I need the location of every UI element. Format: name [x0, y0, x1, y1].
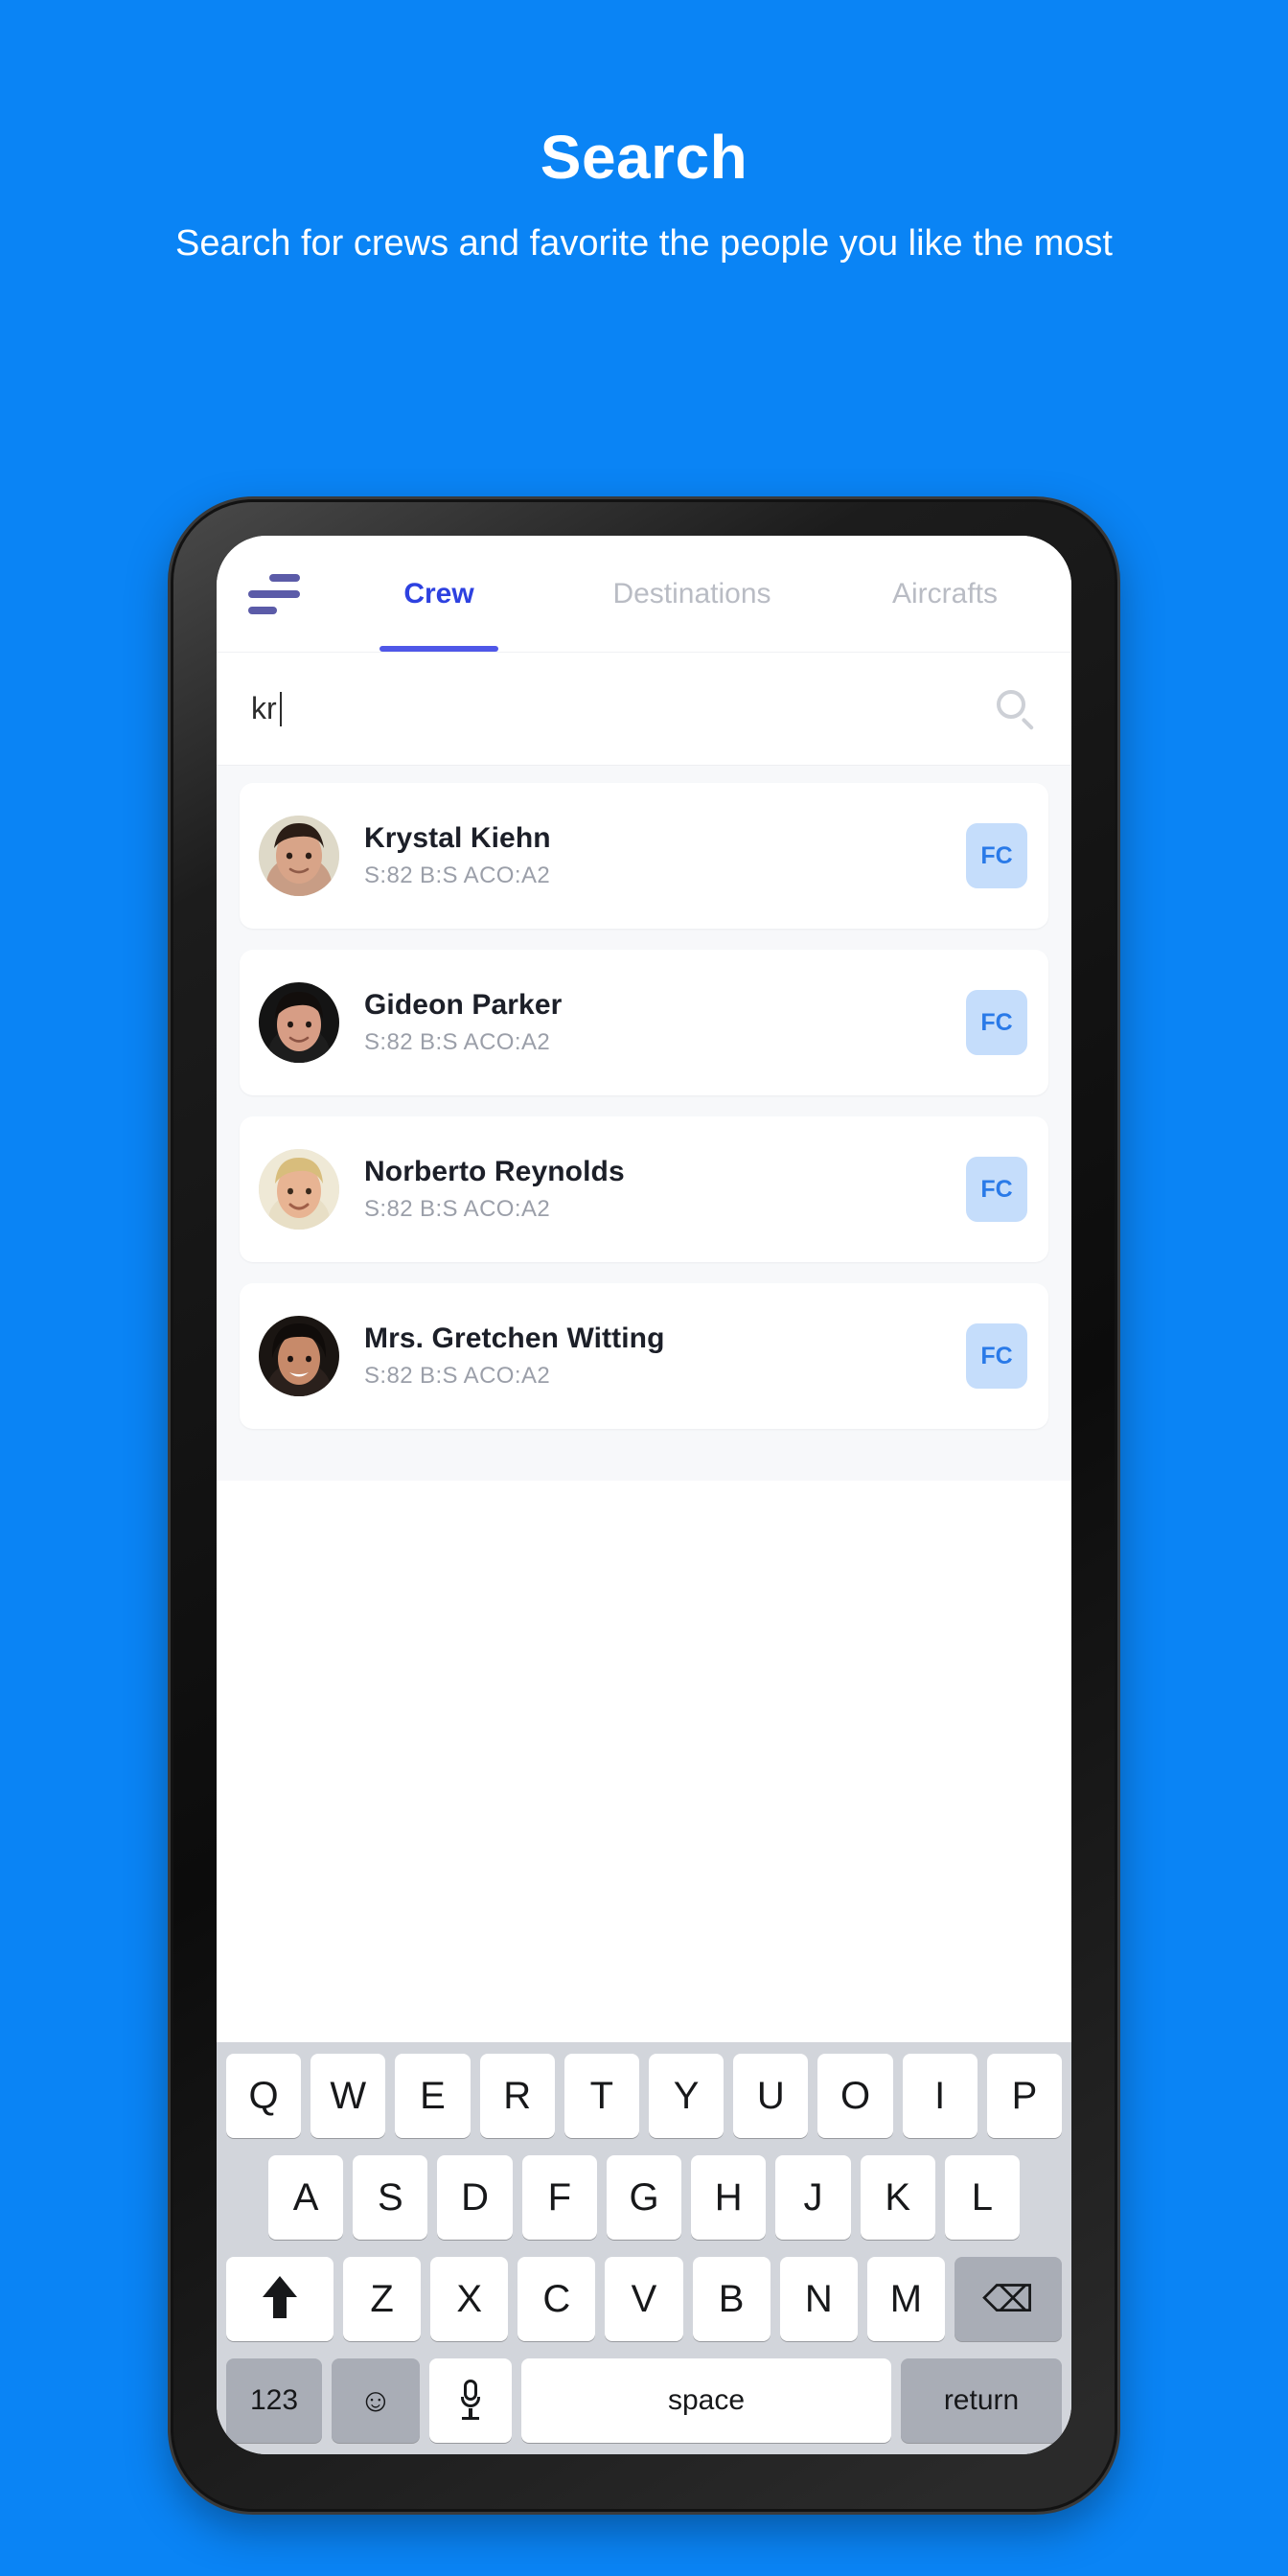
key-i[interactable]: I — [902, 2054, 978, 2138]
tab-crew-label: Crew — [403, 577, 474, 610]
key-p[interactable]: P — [986, 2054, 1063, 2138]
person-info: Mrs. Gretchen Witting S:82 B:S ACO:A2 — [364, 1322, 966, 1390]
phone-screen: Crew Destinations Aircrafts kr Krystal K… — [217, 536, 1071, 2454]
list-item[interactable]: Gideon Parker S:82 B:S ACO:A2 FC — [240, 950, 1048, 1095]
avatar — [259, 982, 339, 1063]
key-k[interactable]: K — [860, 2155, 935, 2240]
avatar — [259, 1149, 339, 1230]
key-r[interactable]: R — [479, 2054, 555, 2138]
key-s[interactable]: S — [353, 2155, 428, 2240]
key-e[interactable]: E — [395, 2054, 471, 2138]
search-bar[interactable]: kr — [217, 653, 1071, 766]
key-l[interactable]: L — [944, 2155, 1020, 2240]
key-u[interactable]: U — [733, 2054, 809, 2138]
tab-destinations[interactable]: Destinations — [565, 536, 818, 652]
keyboard-row-2: A S D F G H J K L — [221, 2155, 1067, 2240]
promo-header: Search Search for crews and favorite the… — [0, 0, 1288, 267]
filter-lines-icon[interactable] — [236, 573, 312, 614]
app-tab-bar: Crew Destinations Aircrafts — [217, 536, 1071, 653]
search-icon[interactable] — [995, 688, 1037, 730]
page-title: Search — [540, 123, 748, 192]
backspace-glyph: ⌫ — [982, 2279, 1034, 2320]
person-meta: S:82 B:S ACO:A2 — [364, 1029, 551, 1055]
person-info: Norberto Reynolds S:82 B:S ACO:A2 — [364, 1156, 966, 1223]
person-meta: S:82 B:S ACO:A2 — [364, 1363, 551, 1389]
key-q[interactable]: Q — [225, 2054, 302, 2138]
key-a[interactable]: A — [268, 2155, 344, 2240]
tab-list: Crew Destinations Aircrafts — [312, 536, 1071, 652]
emoji-icon[interactable]: ☺ — [332, 2358, 420, 2443]
person-info: Gideon Parker S:82 B:S ACO:A2 — [364, 989, 966, 1056]
key-m[interactable]: M — [866, 2257, 945, 2341]
person-name: Gideon Parker — [364, 989, 563, 1021]
phone-mockup: Crew Destinations Aircrafts kr Krystal K… — [171, 499, 1117, 2512]
shift-arrow-up-icon[interactable] — [226, 2257, 334, 2341]
key-return[interactable]: return — [901, 2358, 1062, 2443]
key-b[interactable]: B — [692, 2257, 770, 2341]
avatar — [259, 1316, 339, 1396]
search-input[interactable]: kr — [251, 691, 995, 726]
on-screen-keyboard: Q W E R T Y U O I P A S D F G H J K L Z … — [217, 2042, 1071, 2454]
status-badge[interactable]: FC — [966, 823, 1027, 888]
person-meta: S:82 B:S ACO:A2 — [364, 862, 551, 888]
key-j[interactable]: J — [775, 2155, 851, 2240]
key-w[interactable]: W — [310, 2054, 386, 2138]
status-badge[interactable]: FC — [966, 990, 1027, 1055]
person-name: Norberto Reynolds — [364, 1156, 625, 1187]
backspace-icon[interactable]: ⌫ — [954, 2257, 1062, 2341]
status-badge[interactable]: FC — [966, 1323, 1027, 1389]
list-item[interactable]: Krystal Kiehn S:82 B:S ACO:A2 FC — [240, 783, 1048, 929]
person-meta: S:82 B:S ACO:A2 — [364, 1196, 551, 1222]
tab-destinations-label: Destinations — [612, 577, 771, 610]
page-subtitle: Search for crews and favorite the people… — [175, 223, 1113, 264]
status-badge[interactable]: FC — [966, 1157, 1027, 1222]
key-numbers[interactable]: 123 — [226, 2358, 322, 2443]
key-t[interactable]: T — [564, 2054, 639, 2138]
tab-crew[interactable]: Crew — [312, 536, 565, 652]
microphone-icon[interactable] — [429, 2358, 512, 2443]
list-item[interactable]: Norberto Reynolds S:82 B:S ACO:A2 FC — [240, 1116, 1048, 1262]
key-v[interactable]: V — [605, 2257, 683, 2341]
keyboard-row-3: Z X C V B N M ⌫ — [221, 2257, 1067, 2341]
key-n[interactable]: N — [779, 2257, 858, 2341]
search-results-list: Krystal Kiehn S:82 B:S ACO:A2 FC Gideon … — [217, 766, 1071, 1481]
list-item[interactable]: Mrs. Gretchen Witting S:82 B:S ACO:A2 FC — [240, 1283, 1048, 1429]
key-o[interactable]: O — [817, 2054, 893, 2138]
keyboard-row-1: Q W E R T Y U O I P — [221, 2054, 1067, 2138]
key-f[interactable]: F — [521, 2155, 597, 2240]
key-y[interactable]: Y — [649, 2054, 724, 2138]
key-g[interactable]: G — [606, 2155, 682, 2240]
person-name: Mrs. Gretchen Witting — [364, 1322, 665, 1354]
key-d[interactable]: D — [437, 2155, 513, 2240]
person-info: Krystal Kiehn S:82 B:S ACO:A2 — [364, 822, 966, 889]
tab-active-underline — [380, 646, 498, 652]
search-input-value: kr — [251, 691, 277, 725]
keyboard-row-4: 123 ☺ space return — [221, 2358, 1067, 2443]
person-name: Krystal Kiehn — [364, 822, 551, 854]
key-c[interactable]: C — [518, 2257, 596, 2341]
avatar — [259, 816, 339, 896]
key-z[interactable]: Z — [343, 2257, 422, 2341]
text-cursor — [279, 691, 282, 726]
key-h[interactable]: H — [691, 2155, 767, 2240]
tab-aircrafts[interactable]: Aircrafts — [818, 536, 1071, 652]
tab-aircrafts-label: Aircrafts — [891, 577, 998, 610]
key-x[interactable]: X — [430, 2257, 509, 2341]
key-space[interactable]: space — [521, 2358, 891, 2443]
